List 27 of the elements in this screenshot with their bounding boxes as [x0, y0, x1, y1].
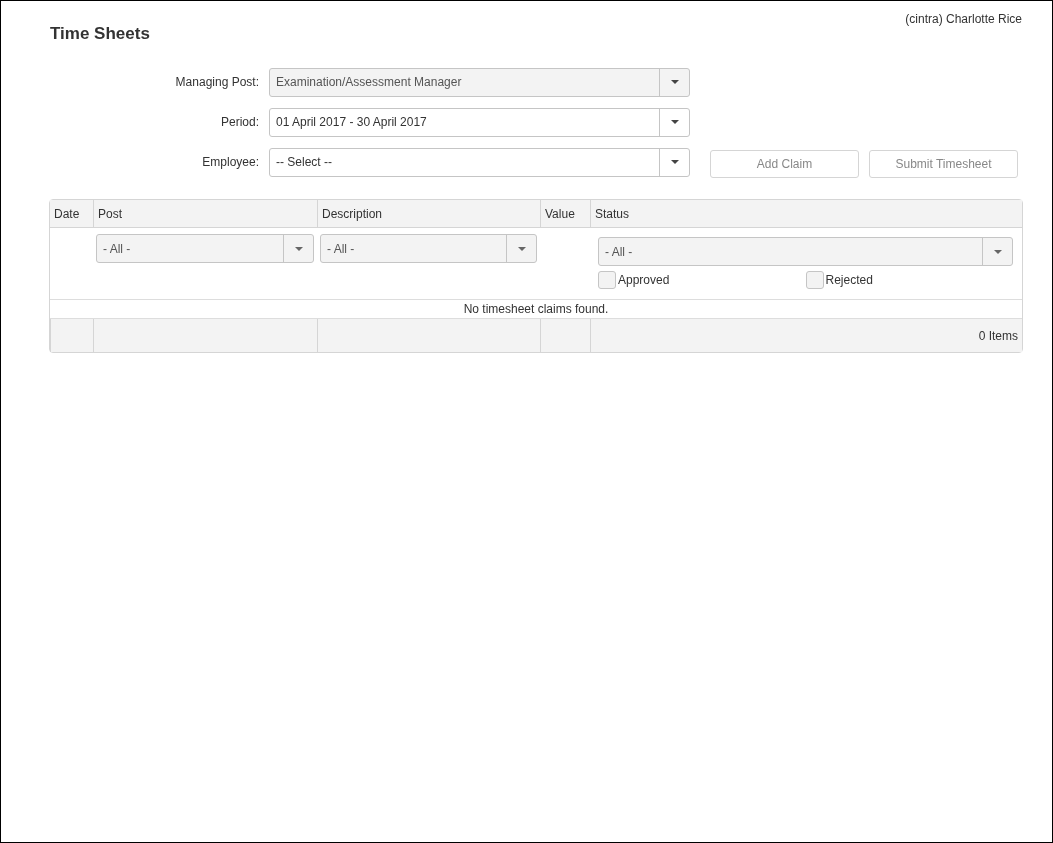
- caret-icon: [670, 160, 679, 164]
- caret-icon: [517, 246, 526, 251]
- caret-icon: [294, 246, 303, 251]
- description-filter[interactable]: - All -: [320, 234, 537, 263]
- empty-message: No timesheet claims found.: [50, 299, 1022, 319]
- checkbox[interactable]: [805, 271, 824, 289]
- status-filter[interactable]: - All -: [598, 237, 1013, 266]
- dropdown-field[interactable]: -- Select --: [269, 147, 690, 177]
- page-title: Time Sheets: [50, 24, 150, 44]
- column-header[interactable]: Date: [50, 200, 93, 228]
- column-header[interactable]: Status: [590, 200, 1022, 228]
- dropdown-field[interactable]: 01 April 2017 - 30 April 2017: [269, 107, 690, 137]
- caret-icon: [670, 120, 679, 124]
- user-name: (cintra) Charlotte Rice: [905, 12, 1022, 26]
- field-label: Period:: [219, 115, 259, 129]
- field-label: Managing Post:: [174, 75, 259, 89]
- caret-icon: [670, 80, 679, 84]
- checkbox-label: Rejected: [825, 273, 873, 287]
- checkbox-label: Approved: [618, 273, 670, 287]
- caret-icon: [993, 249, 1002, 254]
- column-header[interactable]: Post: [93, 200, 317, 228]
- post-filter[interactable]: - All -: [96, 234, 314, 263]
- column-header[interactable]: Description: [317, 200, 540, 228]
- checkbox[interactable]: [598, 271, 616, 289]
- field-label: Employee:: [201, 155, 259, 169]
- column-header[interactable]: Value: [540, 200, 590, 228]
- item-count: 0 Items: [590, 319, 1022, 352]
